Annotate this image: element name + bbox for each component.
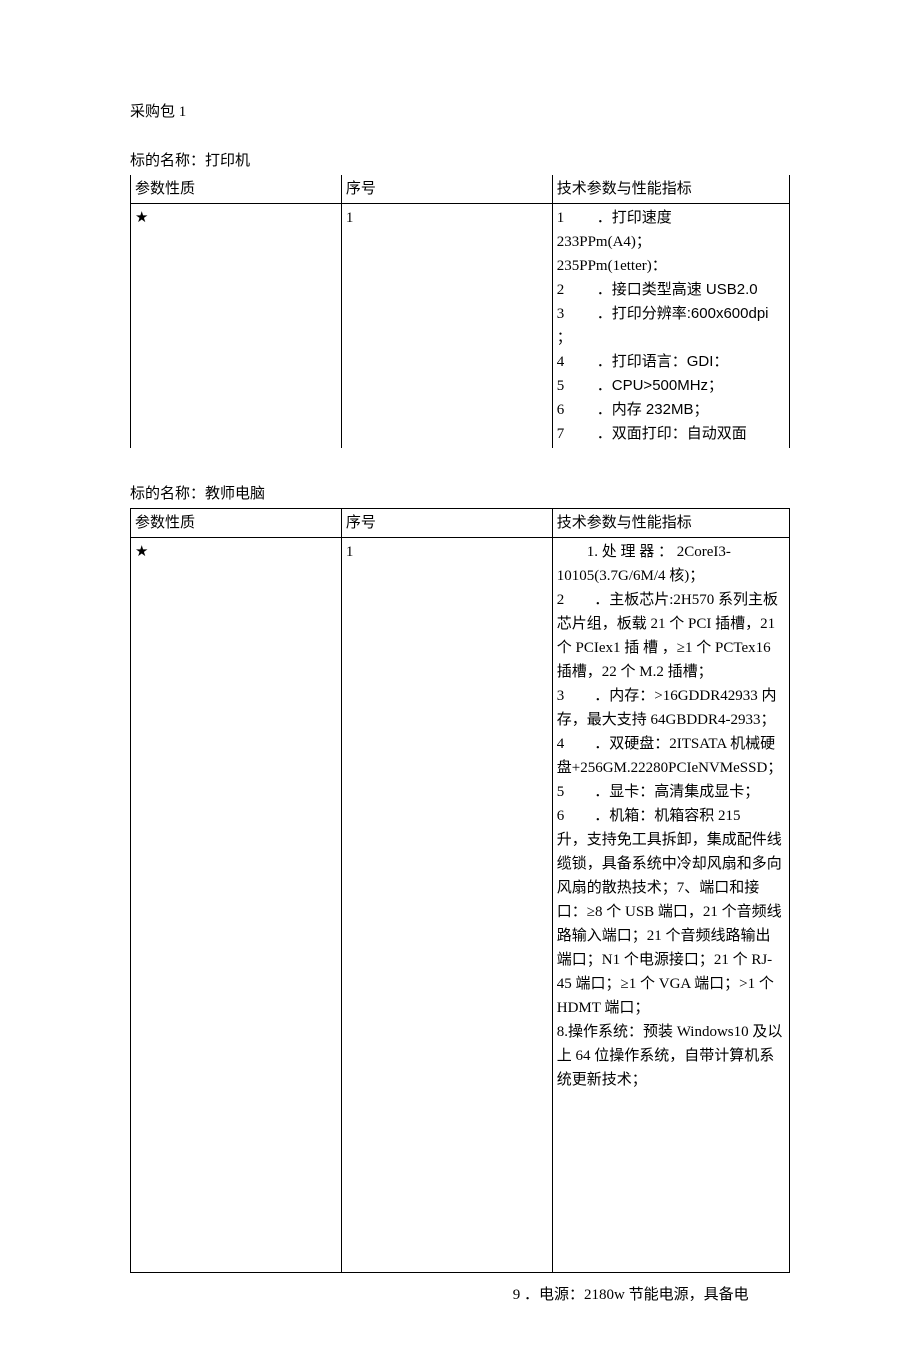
subject-1-label: 标的名称：打印机: [130, 149, 790, 173]
spec-line: 5．CPU>500MHz；: [557, 374, 785, 398]
spec-line: 2．接口类型高速 USB2.0: [557, 278, 785, 302]
spec-line: 6．内存 232MB；: [557, 398, 785, 422]
header-tech-spec-2: 技术参数与性能指标: [552, 509, 789, 538]
table-header-row: 参数性质 序号 技术参数与性能指标: [131, 175, 790, 204]
page-label: 采购包 1: [130, 100, 790, 124]
header-seq-no: 序号: [341, 175, 552, 204]
table-row: ★ 1 1. 处 理 器 ： 2CoreI3-10105(3.7G/6M/4 核…: [131, 538, 790, 1273]
table-header-row: 参数性质 序号 技术参数与性能指标: [131, 509, 790, 538]
spec-line: 1．打印速度: [557, 206, 785, 230]
spec-line: 233PPm(A4)；: [557, 230, 785, 254]
subject-1-name: 打印机: [205, 153, 250, 169]
header-tech-spec: 技术参数与性能指标: [552, 175, 789, 204]
header-param-nature-2: 参数性质: [131, 509, 342, 538]
spec-line: 235PPm(1etter)：: [557, 254, 785, 278]
subject-2-label: 标的名称：教师电脑: [130, 482, 790, 506]
cell-seq-2: 1: [341, 538, 552, 1273]
subject-2-name: 教师电脑: [205, 486, 265, 502]
cell-nature-2: ★: [131, 538, 342, 1273]
subject-1-prefix: 标的名称：: [130, 153, 205, 169]
cell-seq-1: 1: [341, 204, 552, 449]
spec-table-1: 参数性质 序号 技术参数与性能指标 ★ 1 1．打印速度233PPm(A4)；2…: [130, 175, 790, 448]
cell-spec-2: 1. 处 理 器 ： 2CoreI3-10105(3.7G/6M/4 核)； 2…: [552, 538, 789, 1273]
continuation-note: 9 ．电源：2180w 节能电源，具备电: [130, 1283, 790, 1307]
header-seq-no-2: 序号: [341, 509, 552, 538]
subject-2-prefix: 标的名称：: [130, 486, 205, 502]
spec-line: 4．打印语言：GDI：: [557, 350, 785, 374]
table-row: ★ 1 1．打印速度233PPm(A4)；235PPm(1etter)：2．接口…: [131, 204, 790, 449]
cell-nature-1: ★: [131, 204, 342, 449]
spec-table-2: 参数性质 序号 技术参数与性能指标 ★ 1 1. 处 理 器 ： 2CoreI3…: [130, 508, 790, 1273]
spec-line: 7．双面打印：自动双面: [557, 422, 785, 446]
header-param-nature: 参数性质: [131, 175, 342, 204]
spec-line: 3．打印分辨率:600x600dpi: [557, 302, 785, 326]
spec-line: ；: [557, 326, 785, 350]
cell-spec-1: 1．打印速度233PPm(A4)；235PPm(1etter)：2．接口类型高速…: [552, 204, 789, 449]
